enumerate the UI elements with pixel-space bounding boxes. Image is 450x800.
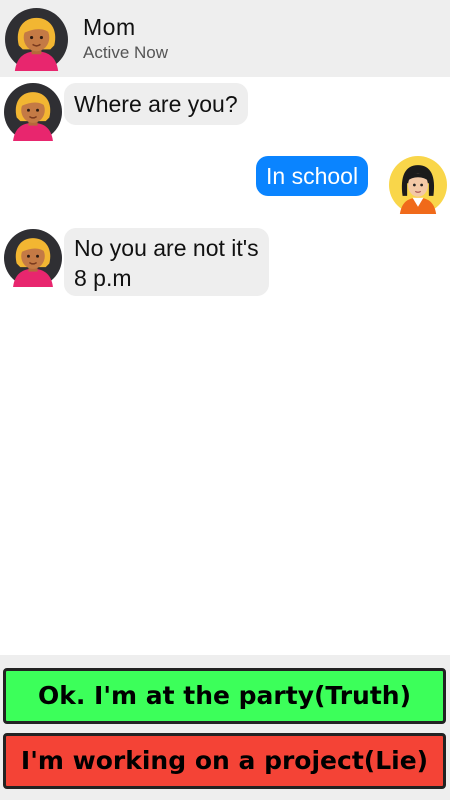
mom-avatar-icon <box>4 229 62 287</box>
message-line: No you are not it's <box>74 235 259 261</box>
received-message: No you are not it's 8 p.m <box>64 228 269 296</box>
truth-choice-button[interactable]: Ok. I'm at the party(Truth) <box>3 668 446 724</box>
girl-avatar-icon <box>389 156 447 214</box>
mom-avatar-icon <box>4 83 62 141</box>
contact-status: Active Now <box>83 43 169 62</box>
received-message: Where are you? <box>64 83 248 125</box>
mom-avatar-icon[interactable] <box>5 8 68 71</box>
reply-choices: Ok. I'm at the party(Truth) I'm working … <box>0 655 450 800</box>
message-line: 8 p.m <box>74 265 132 291</box>
chat-header: Mom Active Now <box>0 0 450 77</box>
contact-name: Mom <box>83 14 136 40</box>
sent-message: In school <box>256 156 369 196</box>
lie-choice-button[interactable]: I'm working on a project(Lie) <box>3 733 446 789</box>
chat-area[interactable]: Where are you? In school No you are not … <box>0 77 450 655</box>
